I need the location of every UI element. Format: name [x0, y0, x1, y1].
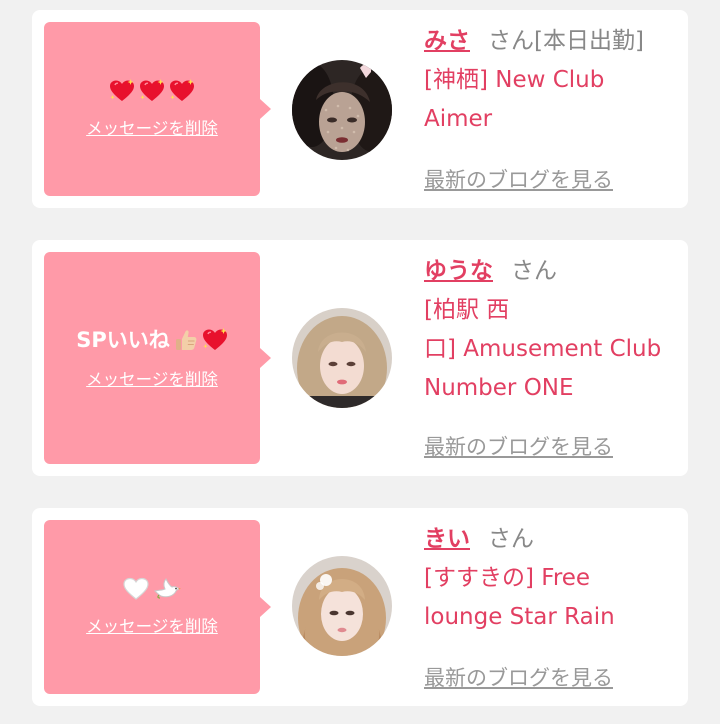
latest-blog-link[interactable]: 最新のブログを見る — [424, 164, 613, 194]
shop-name-line: 口] Amusement Club — [424, 336, 662, 362]
cast-name-link[interactable]: みさ — [424, 28, 470, 54]
message-card: メッセージを削除 みさ さん[本日出勤] [神栖] New Club Aimer … — [32, 10, 688, 208]
cast-info: きい さん [すすきの] Free lounge Star Rain — [424, 520, 680, 637]
white-heart-icon — [123, 577, 149, 601]
delete-message-link[interactable]: メッセージを削除 — [86, 115, 218, 139]
shop-name-line: [すすきの] Free — [424, 565, 591, 591]
cast-info: みさ さん[本日出勤] [神栖] New Club Aimer — [424, 22, 680, 139]
delete-message-link[interactable]: メッセージを削除 — [86, 366, 218, 390]
sparkling-heart-icon — [139, 79, 165, 103]
message-card: SPいいね メッセージを削除 ゆうな さん [柏駅 西 口] Amusement … — [32, 240, 688, 476]
shop-name-line: Number ONE — [424, 375, 574, 401]
cast-name-link[interactable]: きい — [424, 526, 470, 552]
cast-name-link[interactable]: ゆうな — [424, 258, 493, 284]
message-content — [109, 79, 195, 103]
avatar[interactable] — [292, 556, 392, 656]
attendance-status: [本日出勤] — [534, 28, 644, 54]
message-bubble: メッセージを削除 — [44, 520, 271, 694]
message-text: SPいいね — [76, 328, 170, 352]
delete-message-link[interactable]: メッセージを削除 — [86, 613, 218, 637]
message-content: SPいいね — [76, 326, 228, 354]
honorific: さん — [511, 258, 557, 284]
latest-blog-link[interactable]: 最新のブログを見る — [424, 662, 613, 692]
message-bubble: SPいいね メッセージを削除 — [44, 252, 271, 464]
honorific: さん — [488, 526, 534, 552]
avatar[interactable] — [292, 60, 392, 160]
message-content — [123, 577, 181, 601]
message-card: メッセージを削除 きい さん [すすきの] Free lounge Star Ra… — [32, 508, 688, 706]
sparkling-heart-icon — [109, 79, 135, 103]
avatar[interactable] — [292, 308, 392, 408]
shop-name-line: [柏駅 西 — [424, 297, 510, 323]
shop-name-line: lounge Star Rain — [424, 604, 615, 630]
shop-name-line: [神栖] New Club — [424, 67, 605, 93]
shop-name-line: Aimer — [424, 106, 493, 132]
dove-icon — [153, 577, 181, 601]
cast-info: ゆうな さん [柏駅 西 口] Amusement Club Number ONE — [424, 252, 680, 408]
thumbs-up-icon — [174, 328, 198, 352]
sparkling-heart-icon — [202, 328, 228, 352]
sparkling-heart-icon — [169, 79, 195, 103]
message-bubble: メッセージを削除 — [44, 22, 271, 196]
honorific: さん — [488, 28, 534, 54]
latest-blog-link[interactable]: 最新のブログを見る — [424, 431, 613, 461]
